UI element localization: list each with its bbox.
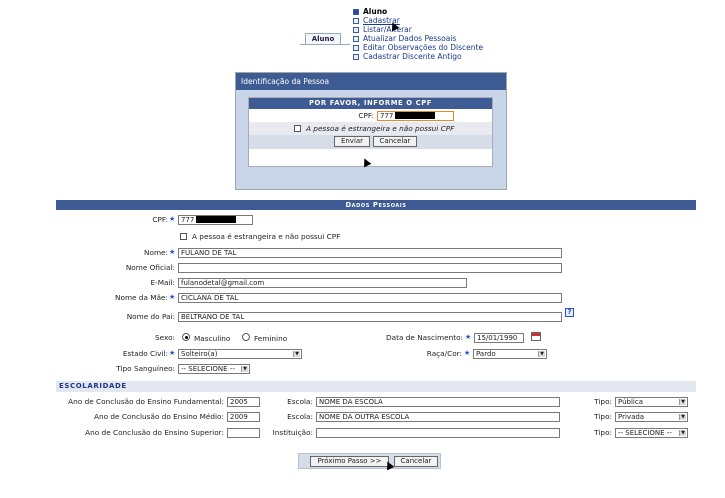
feminino-radio[interactable]: [242, 333, 250, 341]
ano-medio-input[interactable]: 2009: [227, 412, 260, 422]
dialog-title: Identificação da Pessoa: [236, 73, 506, 90]
proximo-passo-button[interactable]: Próximo Passo >>: [310, 456, 389, 467]
dialog-cancelar-button[interactable]: Cancelar: [373, 136, 417, 147]
chevron-down-icon: ▼: [679, 399, 686, 405]
escola-medio-input[interactable]: NOME DA OUTRA ESCOLA: [316, 412, 560, 422]
menu-bullet-icon: [353, 36, 359, 42]
required-star-icon: ★: [169, 215, 176, 223]
email-input[interactable]: fulanodetal@gmail.com: [178, 278, 467, 288]
menu-header: Aluno: [353, 7, 483, 16]
escola-fundamental-label: Escola:: [287, 397, 313, 406]
dialog-subtitle: Por favor, informe o CPF: [249, 98, 492, 109]
escola-fundamental-input[interactable]: NOME DA ESCOLA: [316, 397, 560, 407]
tipo-medio-label: Tipo:: [594, 412, 612, 421]
required-star-icon: ★: [169, 349, 176, 357]
cpf-label: CPF:: [152, 215, 168, 224]
sanguineo-label: Tipo Sanguíneo:: [116, 364, 175, 373]
tipo-fundamental-select[interactable]: Pública ▼: [615, 397, 688, 407]
pai-input[interactable]: BELTRANO DE TAL: [178, 312, 562, 322]
tipo-superior-label: Tipo:: [594, 428, 612, 437]
ano-medio-label: Ano de Conclusão do Ensino Médio:: [93, 412, 224, 421]
menu-bullet-icon: [353, 54, 359, 60]
required-star-icon: ★: [169, 293, 176, 301]
raca-label: Raça/Cor:: [426, 349, 462, 358]
chevron-down-icon: ▼: [679, 414, 686, 420]
instituicao-label: Instituição:: [272, 428, 313, 437]
masculino-label: Masculino: [194, 334, 231, 343]
nome-oficial-input[interactable]: [178, 263, 562, 273]
menu-bullet-icon: [353, 18, 359, 24]
estado-civil-label: Estado Civil:: [122, 349, 168, 358]
ano-superior-input[interactable]: [227, 428, 260, 438]
tipo-medio-select[interactable]: Privada ▼: [615, 412, 688, 422]
chevron-down-icon: ▼: [538, 351, 545, 357]
nascimento-label: Data de Nascimento:: [386, 333, 463, 342]
dialog-body: Por favor, informe o CPF CPF: 777 A pess…: [248, 97, 493, 167]
menu-item-cadastrar[interactable]: Cadastrar: [353, 16, 483, 25]
sanguineo-select[interactable]: -- SELECIONE -- ▼: [178, 364, 250, 374]
menu-item-editar-observacoes[interactable]: Editar Observações do Discente: [353, 43, 483, 52]
cancelar-button[interactable]: Cancelar: [394, 456, 438, 467]
required-star-icon: ★: [169, 248, 176, 256]
chevron-down-icon: ▼: [679, 430, 686, 436]
ano-fundamental-label: Ano de Conclusão do Ensino Fundamental:: [68, 397, 224, 406]
foreign-checkbox[interactable]: [180, 233, 187, 240]
menu-bullet-icon: [353, 45, 359, 51]
redaction-block: [196, 216, 237, 223]
escolaridade-header: Escolaridade: [56, 381, 696, 392]
calendar-icon[interactable]: [531, 332, 541, 341]
dados-pessoais-header: Dados Pessoais: [56, 200, 696, 210]
chevron-down-icon: ▼: [293, 351, 300, 357]
menu-item-listar-alterar[interactable]: Listar/Alterar: [353, 25, 483, 34]
menu-item-atualizar-dados[interactable]: Atualizar Dados Pessoais: [353, 34, 483, 43]
raca-select[interactable]: Pardo ▼: [473, 349, 547, 359]
nome-oficial-label: Nome Oficial:: [125, 263, 175, 272]
help-icon[interactable]: ?: [565, 308, 574, 317]
menu-bullet-icon: [353, 9, 359, 15]
masculino-radio[interactable]: [182, 333, 190, 341]
dialog-button-bar: Enviar Cancelar: [249, 135, 492, 149]
nome-label: Nome:: [144, 248, 168, 257]
dialog-foreign-label: A pessoa é estrangeira e não possui CPF: [306, 124, 455, 133]
instituicao-input[interactable]: [316, 428, 560, 438]
aluno-menu: Aluno Cadastrar Listar/Alterar Atualizar…: [353, 7, 483, 61]
pai-label: Nome do Pai:: [126, 312, 175, 321]
mae-input[interactable]: CICLANA DE TAL: [178, 293, 562, 303]
menu-item-cadastrar-antigo[interactable]: Cadastrar Discente Antigo: [353, 52, 483, 61]
chevron-down-icon: ▼: [241, 366, 248, 372]
menu-tab-aluno[interactable]: Aluno: [305, 33, 341, 44]
required-star-icon: ★: [465, 333, 472, 341]
dialog-foreign-row: A pessoa é estrangeira e não possui CPF: [249, 122, 492, 135]
email-label: E-Mail:: [150, 278, 175, 287]
dialog-cpf-row: CPF: 777: [249, 109, 492, 122]
identificacao-dialog: Identificação da Pessoa Por favor, infor…: [235, 72, 507, 190]
cpf-input[interactable]: 777: [178, 215, 253, 225]
dialog-foreign-checkbox[interactable]: [294, 125, 301, 132]
tipo-fundamental-label: Tipo:: [594, 397, 612, 406]
foreign-label: A pessoa é estrangeira e não possui CPF: [192, 232, 341, 241]
redaction-block: [395, 112, 436, 119]
enviar-button[interactable]: Enviar: [334, 136, 370, 147]
ano-superior-label: Ano de Conclusão do Ensino Superior:: [85, 428, 224, 437]
dialog-cpf-label: CPF:: [358, 111, 374, 120]
dialog-cpf-input[interactable]: 777: [377, 111, 454, 121]
required-star-icon: ★: [464, 349, 471, 357]
estado-civil-select[interactable]: Solteiro(a) ▼: [178, 349, 302, 359]
mae-label: Nome da Mãe:: [115, 293, 168, 302]
nascimento-input[interactable]: 15/01/1990: [474, 333, 524, 343]
form-button-bar: Próximo Passo >> Cancelar: [298, 453, 441, 469]
nome-input[interactable]: FULANO DE TAL: [178, 248, 562, 258]
tipo-superior-select[interactable]: -- SELECIONE -- ▼: [615, 428, 688, 438]
escola-medio-label: Escola:: [287, 412, 313, 421]
ano-fundamental-input[interactable]: 2005: [227, 397, 260, 407]
feminino-label: Feminino: [254, 334, 288, 343]
menu-tab-underline: [300, 44, 350, 45]
menu-bullet-icon: [353, 27, 359, 33]
sexo-label: Sexo:: [154, 333, 175, 342]
